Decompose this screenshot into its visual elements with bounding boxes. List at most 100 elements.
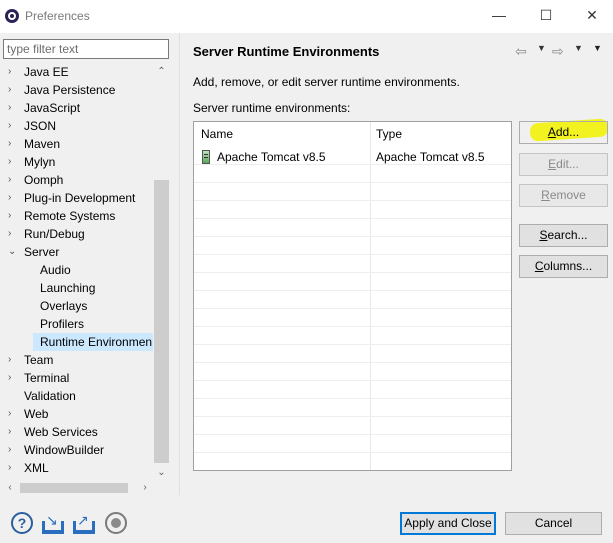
chevron-right-icon[interactable]: › xyxy=(8,117,18,135)
tree-item-label: Web xyxy=(24,407,49,421)
page-title: Server Runtime Environments xyxy=(193,44,380,59)
title-bar: Preferences — ☐ ✕ xyxy=(0,0,613,33)
tree-item-label: Java EE xyxy=(24,65,69,79)
chevron-right-icon[interactable]: › xyxy=(8,63,18,81)
page-description: Add, remove, or edit server runtime envi… xyxy=(193,75,460,89)
runtime-table[interactable]: Name Type Apache Tomcat v8.5 Apache Tomc… xyxy=(193,121,512,471)
table-row-divider xyxy=(194,218,511,219)
chevron-right-icon[interactable]: › xyxy=(8,81,18,99)
scroll-right-icon[interactable]: › xyxy=(138,481,152,495)
chevron-right-icon[interactable]: › xyxy=(8,99,18,117)
remove-button[interactable]: Remove xyxy=(519,184,608,207)
table-row-divider xyxy=(194,182,511,183)
tree-horizontal-scrollbar[interactable]: ‹ › xyxy=(3,481,153,495)
table-row-divider xyxy=(194,236,511,237)
export-icon[interactable]: ↗ xyxy=(73,512,95,534)
preferences-tree[interactable]: › Java EE › Java Persistence › JavaScript › JSO… xyxy=(3,63,153,481)
scroll-down-icon[interactable]: ⌄ xyxy=(153,464,170,481)
table-row-divider xyxy=(194,326,511,327)
table-row-divider xyxy=(194,380,511,381)
tree-item-label: Launching xyxy=(40,281,96,295)
import-icon[interactable]: ↘ xyxy=(42,512,64,534)
chevron-right-icon[interactable]: › xyxy=(8,189,18,207)
tree-item-label: Team xyxy=(24,353,54,367)
apply-and-close-button[interactable]: Apply and Close xyxy=(400,512,496,535)
tree-item-label: Run/Debug xyxy=(24,227,85,241)
column-header-name[interactable]: Name xyxy=(201,122,233,146)
table-row-divider xyxy=(194,200,511,201)
cancel-button[interactable]: Cancel xyxy=(505,512,602,535)
table-cell-type[interactable]: Apache Tomcat v8.5 xyxy=(376,148,485,166)
table-row-divider xyxy=(194,470,511,471)
table-row-divider xyxy=(194,434,511,435)
table-row-divider xyxy=(194,362,511,363)
chevron-right-icon[interactable]: › xyxy=(8,369,18,387)
scroll-left-icon[interactable]: ‹ xyxy=(3,481,17,495)
table-cell-name[interactable]: Apache Tomcat v8.5 xyxy=(217,148,326,166)
tree-item-label: JavaScript xyxy=(24,101,81,115)
view-menu-icon[interactable]: ▼ xyxy=(593,43,602,53)
pane-divider[interactable] xyxy=(179,33,180,495)
tree-item[interactable]: Runtime Environmen xyxy=(33,333,153,351)
column-separator[interactable] xyxy=(370,122,371,470)
tree-item-label: Terminal xyxy=(24,371,70,385)
table-row-divider xyxy=(194,254,511,255)
filter-input[interactable] xyxy=(3,39,169,59)
tree-item-label: Java Persistence xyxy=(24,83,116,97)
eclipse-icon xyxy=(5,9,19,23)
tree-item-label: Validation xyxy=(24,389,76,403)
table-row-divider xyxy=(194,308,511,309)
page-header: Server Runtime Environments ⇦ ▼ ⇨ ▼ ▼ xyxy=(180,33,613,69)
back-dropdown-icon[interactable]: ▼ xyxy=(537,43,546,53)
list-label: Server runtime environments: xyxy=(193,101,351,115)
chevron-right-icon[interactable]: › xyxy=(8,441,18,459)
tomcat-server-icon xyxy=(202,150,210,164)
back-arrow-icon[interactable]: ⇦ xyxy=(515,43,527,60)
minimize-button[interactable]: — xyxy=(484,4,514,26)
scroll-thumb[interactable] xyxy=(154,180,169,463)
search-button[interactable]: Search... xyxy=(519,224,608,247)
record-icon[interactable] xyxy=(105,512,127,534)
tree-item-label: Web Services xyxy=(24,425,98,439)
tree-item-label: Overlays xyxy=(40,299,88,313)
tree-item-label: Mylyn xyxy=(24,155,56,169)
scroll-up-icon[interactable]: ⌃ xyxy=(153,63,170,80)
tree-item-label: Remote Systems xyxy=(24,209,116,223)
chevron-right-icon[interactable]: › xyxy=(8,423,18,441)
help-icon[interactable]: ? xyxy=(11,512,33,534)
tree-item-label: Profilers xyxy=(40,317,85,331)
tree-item-label: JSON xyxy=(24,119,57,133)
tree-item-label: Plug-in Development xyxy=(24,191,136,205)
table-row-divider xyxy=(194,416,511,417)
chevron-right-icon[interactable]: › xyxy=(8,171,18,189)
tree-item-label: WindowBuilder xyxy=(24,443,105,457)
table-row-divider xyxy=(194,452,511,453)
chevron-right-icon[interactable]: › xyxy=(8,405,18,423)
maximize-button[interactable]: ☐ xyxy=(531,4,561,26)
columns-button[interactable]: Columns... xyxy=(519,255,608,278)
column-header-type[interactable]: Type xyxy=(376,122,402,146)
window-title: Preferences xyxy=(25,9,90,23)
hscroll-thumb[interactable] xyxy=(20,483,128,493)
chevron-right-icon[interactable]: › xyxy=(8,207,18,225)
add-button[interactable]: Add... xyxy=(519,121,608,144)
forward-dropdown-icon[interactable]: ▼ xyxy=(574,43,583,53)
tree-item-label: Server xyxy=(24,245,60,259)
tree-item-label: XML xyxy=(24,461,49,475)
edit-button[interactable]: Edit... xyxy=(519,153,608,176)
tree-vertical-scrollbar[interactable]: ⌃ ⌄ xyxy=(153,63,170,481)
forward-arrow-icon[interactable]: ⇨ xyxy=(552,43,564,60)
chevron-right-icon[interactable]: › xyxy=(8,225,18,243)
chevron-right-icon[interactable]: › xyxy=(8,153,18,171)
close-button[interactable]: ✕ xyxy=(577,4,607,26)
chevron-down-icon[interactable]: ⌄ xyxy=(8,243,18,261)
tree-item-label: Oomph xyxy=(24,173,64,187)
tree-item-label: Runtime Environmen xyxy=(40,335,153,349)
chevron-right-icon[interactable]: › xyxy=(8,135,18,153)
chevron-right-icon[interactable]: › xyxy=(8,459,18,477)
table-row-divider xyxy=(194,272,511,273)
table-row-divider xyxy=(194,398,511,399)
table-row-divider xyxy=(194,290,511,291)
table-row-divider xyxy=(194,344,511,345)
chevron-right-icon[interactable]: › xyxy=(8,351,18,369)
